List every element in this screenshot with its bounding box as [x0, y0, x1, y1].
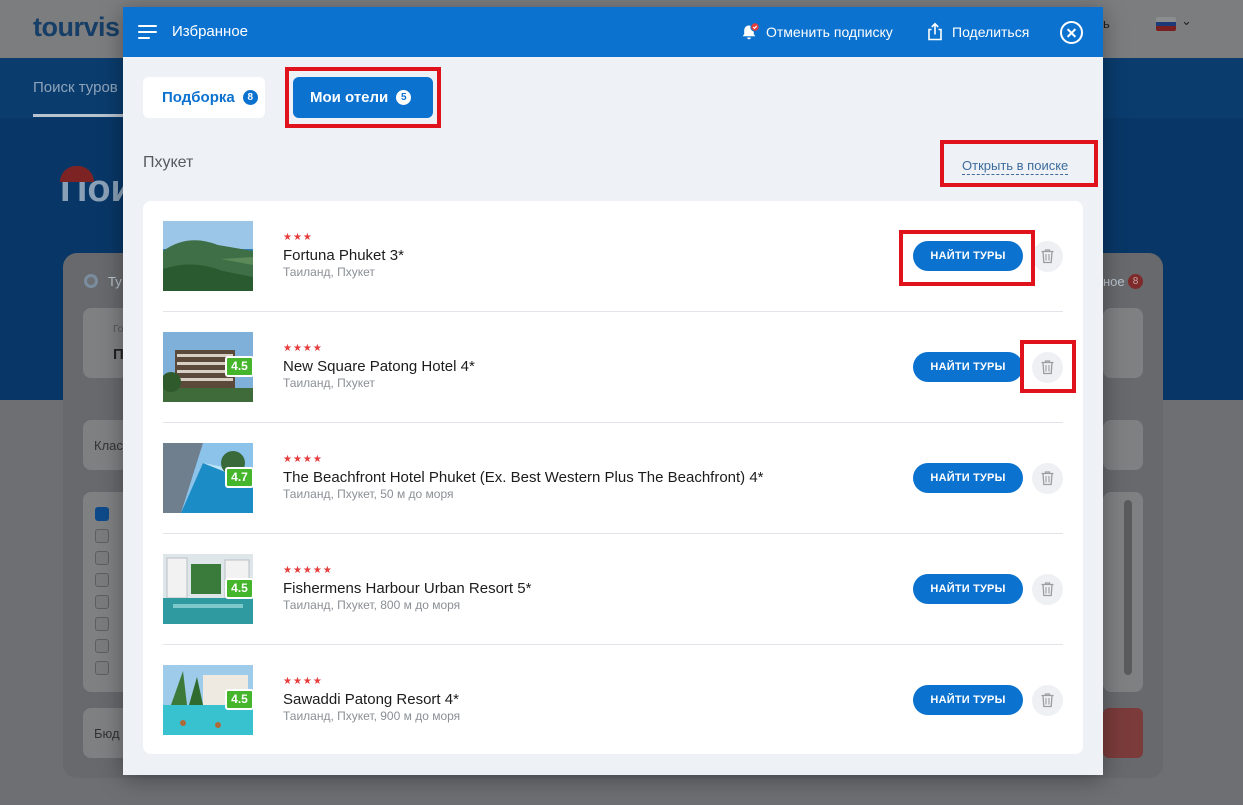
hotel-name[interactable]: Fishermens Harbour Urban Resort 5* — [283, 580, 531, 597]
help-link[interactable]: ь — [1103, 16, 1110, 31]
tab-selection[interactable]: Подборка 8 — [143, 77, 265, 118]
close-icon[interactable] — [1060, 21, 1083, 44]
filter-checkbox[interactable] — [95, 661, 109, 675]
tab-my-hotels[interactable]: Мои отели 5 — [293, 77, 433, 118]
hotel-location: Таиланд, Пхукет, 900 м до моря — [283, 709, 461, 723]
budget-field[interactable]: Бюд — [83, 708, 128, 758]
hotel-name[interactable]: New Square Patong Hotel 4* — [283, 358, 475, 375]
filter-checkbox[interactable] — [95, 529, 109, 543]
search-field-right[interactable] — [1103, 308, 1143, 378]
delete-button[interactable] — [1032, 241, 1063, 272]
filter-list-right — [1103, 492, 1143, 692]
filter-checkbox[interactable] — [95, 617, 109, 631]
search-button[interactable] — [1103, 708, 1143, 758]
hotel-name[interactable]: The Beachfront Hotel Phuket (Ex. Best We… — [283, 469, 764, 486]
hotel-location: Таиланд, Пхукет — [283, 265, 375, 279]
filter-checkbox[interactable] — [95, 551, 109, 565]
hotel-stars: ★★★★ — [283, 343, 323, 354]
find-tours-button[interactable]: НАЙТИ ТУРЫ — [913, 352, 1023, 382]
section-title: Пхукет — [143, 154, 194, 171]
unsubscribe-button[interactable]: Отменить подписку — [766, 24, 893, 40]
tab-my-hotels-count: 5 — [396, 90, 412, 105]
menu-icon[interactable] — [138, 25, 157, 39]
tab-selection-count: 8 — [242, 90, 258, 105]
class-select[interactable]: Клас — [83, 420, 128, 470]
find-tours-button[interactable]: НАЙТИ ТУРЫ — [913, 574, 1023, 604]
trash-icon — [1041, 249, 1054, 264]
hotel-photo[interactable] — [163, 221, 253, 291]
chevron-down-icon[interactable]: ⌄ — [1181, 13, 1192, 29]
find-tours-button[interactable]: НАЙТИ ТУРЫ — [913, 463, 1023, 493]
delete-button[interactable] — [1032, 352, 1063, 383]
share-icon[interactable] — [926, 22, 944, 41]
destination-field[interactable]: Го П — [83, 308, 128, 378]
hotel-name[interactable]: Fortuna Phuket 3* — [283, 247, 404, 264]
hotel-photo[interactable]: 4.5 — [163, 554, 253, 624]
hotel-photo[interactable]: 4.7 — [163, 443, 253, 513]
hotel-stars: ★★★ — [283, 232, 313, 243]
tour-radio[interactable] — [84, 274, 98, 288]
modal-header: Избранное Отменить подписку Поделиться — [123, 7, 1103, 57]
hotel-location: Таиланд, Пхукет, 50 м до моря — [283, 487, 454, 501]
hotel-location: Таиланд, Пхукет — [283, 376, 375, 390]
favorites-count-badge: 8 — [1128, 274, 1143, 289]
trash-icon — [1041, 360, 1054, 375]
hotel-stars: ★★★★★ — [283, 565, 333, 576]
tour-radio-label: Ту — [108, 274, 122, 289]
hotel-row: 4.5 ★★★★ New Square Patong Hotel 4* Таил… — [163, 312, 1063, 423]
trash-icon — [1041, 693, 1054, 708]
delete-button[interactable] — [1032, 685, 1063, 716]
filter-scrollbar[interactable] — [1124, 500, 1132, 675]
hotel-row: ★★★ Fortuna Phuket 3* Таиланд, Пхукет НА… — [163, 201, 1063, 312]
budget-field-label: Бюд — [94, 726, 120, 741]
hotel-list: ★★★ Fortuna Phuket 3* Таиланд, Пхукет НА… — [143, 201, 1083, 754]
tab-my-hotels-label: Мои отели — [310, 89, 389, 106]
filter-checkbox[interactable] — [95, 507, 109, 521]
trash-icon — [1041, 582, 1054, 597]
hotel-photo[interactable]: 4.5 — [163, 665, 253, 735]
tab-selection-label: Подборка — [162, 89, 235, 106]
rating-badge: 4.5 — [225, 356, 253, 377]
find-tours-button[interactable]: НАЙТИ ТУРЫ — [913, 685, 1023, 715]
hotel-row: 4.7 ★★★★ The Beachfront Hotel Phuket (Ex… — [163, 423, 1063, 534]
bell-icon[interactable] — [740, 22, 760, 42]
favorites-label: ное — [1103, 274, 1125, 289]
nav-active-underline — [33, 114, 125, 117]
filter-checkbox[interactable] — [95, 639, 109, 653]
destination-field-label: Го — [113, 324, 124, 335]
site-logo[interactable]: tourvis — [33, 12, 120, 43]
hotel-photo[interactable]: 4.5 — [163, 332, 253, 402]
delete-button[interactable] — [1032, 574, 1063, 605]
filter-checkbox[interactable] — [95, 595, 109, 609]
nav-item-tour-search[interactable]: Поиск туров — [33, 79, 118, 96]
filter-checkbox[interactable] — [95, 573, 109, 587]
hotel-row: 4.5 ★★★★ Sawaddi Patong Resort 4* Таилан… — [163, 645, 1063, 756]
hotel-location: Таиланд, Пхукет, 800 м до моря — [283, 598, 461, 612]
modal-title: Избранное — [172, 23, 249, 40]
share-button[interactable]: Поделиться — [952, 24, 1029, 40]
hotel-name[interactable]: Sawaddi Patong Resort 4* — [283, 691, 459, 708]
rating-badge: 4.7 — [225, 467, 253, 488]
russia-flag-icon[interactable] — [1156, 17, 1176, 31]
hotel-stars: ★★★★ — [283, 676, 323, 687]
rating-badge: 4.5 — [225, 578, 253, 599]
rating-badge: 4.5 — [225, 689, 253, 710]
find-tours-button[interactable]: НАЙТИ ТУРЫ — [913, 241, 1023, 271]
class-select-label: Клас — [94, 438, 123, 453]
open-in-search-link[interactable]: Открыть в поиске — [962, 158, 1069, 175]
trash-icon — [1041, 471, 1054, 486]
hotel-stars: ★★★★ — [283, 454, 323, 465]
select-right[interactable] — [1103, 420, 1143, 470]
hotel-row: 4.5 ★★★★★ Fishermens Harbour Urban Resor… — [163, 534, 1063, 645]
favorites-modal: Избранное Отменить подписку Поделиться П… — [123, 7, 1103, 775]
delete-button[interactable] — [1032, 463, 1063, 494]
